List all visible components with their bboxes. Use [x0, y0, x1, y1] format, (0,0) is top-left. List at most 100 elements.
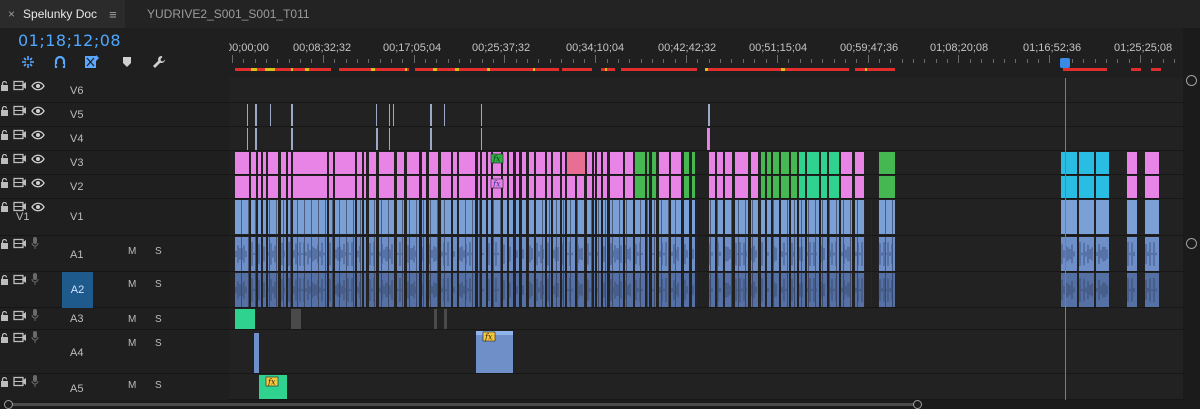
clip-v2[interactable]	[587, 176, 592, 198]
clip-v2[interactable]	[459, 176, 475, 198]
clip-v3[interactable]	[453, 152, 457, 174]
clip-v2[interactable]	[1096, 176, 1109, 198]
clip-v2[interactable]	[821, 176, 827, 198]
track-name[interactable]: A4	[70, 347, 83, 359]
clip-v1[interactable]	[509, 200, 513, 234]
clip-v1[interactable]	[829, 200, 839, 234]
video-scroll-knob[interactable]	[1186, 75, 1197, 86]
clip-v3[interactable]	[625, 152, 633, 174]
clip-v3[interactable]	[751, 152, 758, 174]
clip-v2[interactable]	[807, 176, 819, 198]
clip-v2[interactable]	[293, 176, 327, 198]
clip-v2[interactable]	[692, 176, 695, 198]
eye-icon[interactable]	[31, 106, 45, 116]
clip-a1[interactable]	[364, 237, 366, 271]
clip-v5[interactable]	[376, 104, 377, 126]
clip-v3[interactable]	[1145, 152, 1159, 174]
clip-v2[interactable]	[841, 176, 852, 198]
clip-v2[interactable]	[553, 176, 560, 198]
zoom-handle-left[interactable]	[4, 400, 13, 409]
clip-v1[interactable]	[258, 200, 261, 234]
clip-v1[interactable]	[293, 200, 327, 234]
clip-v2[interactable]	[791, 176, 797, 198]
clip-v1[interactable]	[453, 200, 457, 234]
clip-v1[interactable]	[529, 200, 534, 234]
track-header-v1[interactable]: V1 V1	[0, 199, 229, 236]
clip-v1[interactable]	[855, 200, 864, 234]
clip-v4[interactable]	[247, 128, 248, 150]
clip-v1[interactable]	[735, 200, 748, 234]
track-header-a2[interactable]: A2 M S	[0, 272, 229, 308]
clip-v2[interactable]	[594, 176, 595, 198]
clip-v3[interactable]	[635, 152, 645, 174]
clip-v2[interactable]	[547, 176, 551, 198]
clip-v2[interactable]	[369, 176, 376, 198]
vertical-scrollbar[interactable]	[1183, 28, 1200, 400]
clip-v3[interactable]	[597, 152, 601, 174]
clip-v3[interactable]	[509, 152, 513, 174]
track-name[interactable]: V4	[70, 133, 83, 145]
fx-badge[interactable]: fx	[490, 178, 504, 189]
clip-v1[interactable]	[407, 200, 419, 234]
mute-button[interactable]: M	[128, 246, 136, 257]
track-header-v4[interactable]: V4	[0, 127, 229, 151]
scroll-thumb[interactable]	[10, 403, 920, 406]
clip-v3[interactable]	[429, 152, 438, 174]
clip-v3[interactable]	[268, 152, 278, 174]
lock-icon[interactable]	[0, 80, 9, 91]
clip-v2[interactable]	[235, 176, 249, 198]
playhead-timecode[interactable]: 01;18;12;08	[18, 31, 121, 50]
clip-v3[interactable]	[422, 152, 426, 174]
clip-v1[interactable]	[659, 200, 669, 234]
clip-v5[interactable]	[430, 104, 432, 126]
linked-selection-icon[interactable]	[52, 54, 68, 70]
sync-lock-icon[interactable]	[13, 332, 27, 343]
clip-v2[interactable]	[781, 176, 789, 198]
clip-v3[interactable]	[553, 152, 560, 174]
clip-v1[interactable]	[357, 200, 362, 234]
clip-v1[interactable]	[1127, 200, 1137, 234]
clip-v1[interactable]	[516, 200, 519, 234]
clip-v2[interactable]	[829, 176, 839, 198]
clip-v1[interactable]	[522, 200, 526, 234]
clip-v3[interactable]	[357, 152, 362, 174]
clip-v1[interactable]	[536, 200, 545, 234]
clip-v1[interactable]	[441, 200, 451, 234]
fx-badge[interactable]: fx	[490, 153, 504, 164]
clip-v2[interactable]	[647, 176, 649, 198]
clip-v2[interactable]	[536, 176, 545, 198]
clip-v3[interactable]	[407, 152, 419, 174]
sync-lock-icon[interactable]	[13, 238, 27, 249]
clip-v4[interactable]	[291, 128, 293, 150]
audio-scroll-knob[interactable]	[1186, 238, 1197, 249]
track-name[interactable]: A1	[70, 249, 83, 261]
clip-v2[interactable]	[1061, 176, 1077, 198]
clip-v3[interactable]	[488, 152, 491, 174]
clip-v1[interactable]	[577, 200, 584, 234]
add-marker-icon[interactable]	[84, 54, 100, 70]
clip-v2[interactable]	[488, 176, 491, 198]
panel-menu-icon[interactable]: ≡	[109, 7, 117, 22]
horizontal-scrollbar[interactable]	[0, 400, 1200, 409]
clip-v3[interactable]	[288, 152, 291, 174]
clip-v2[interactable]	[562, 176, 565, 198]
clip-v3[interactable]	[684, 152, 689, 174]
clip-v2[interactable]	[773, 176, 779, 198]
clip-v2[interactable]	[709, 176, 715, 198]
clip-v3[interactable]	[807, 152, 819, 174]
fx-badge[interactable]: fx	[482, 331, 496, 342]
clip-a2[interactable]	[1061, 273, 1077, 307]
clip-v2[interactable]	[364, 176, 366, 198]
clip-v2[interactable]	[288, 176, 291, 198]
clip-v1[interactable]	[493, 200, 501, 234]
clip-v4[interactable]	[376, 128, 378, 150]
wrench-icon[interactable]	[151, 54, 167, 70]
clip-v3[interactable]	[503, 152, 507, 174]
clip-v2[interactable]	[879, 176, 895, 198]
clip-v3[interactable]	[329, 152, 333, 174]
sync-lock-icon[interactable]	[13, 177, 27, 188]
clip-v2[interactable]	[379, 176, 394, 198]
track-header-a4[interactable]: A4 M S	[0, 330, 229, 374]
clip-v5[interactable]	[709, 104, 710, 126]
clip-v5[interactable]	[444, 104, 445, 126]
